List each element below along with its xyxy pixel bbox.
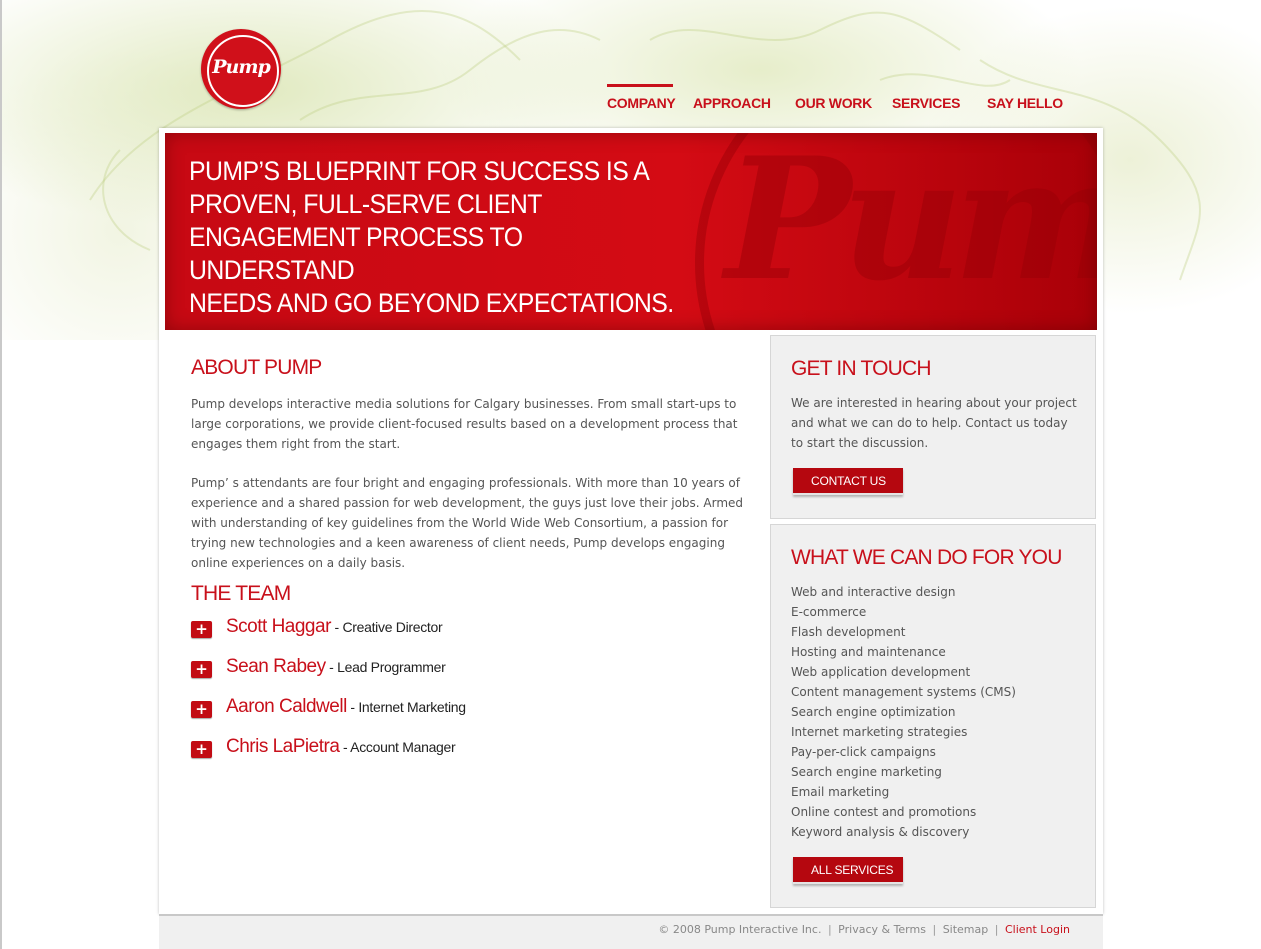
window-edge bbox=[0, 0, 2, 949]
hero-headline: PUMP’S BLUEPRINT FOR SUCCESS IS A PROVEN… bbox=[189, 155, 686, 320]
nav-company[interactable]: COMPANY bbox=[607, 84, 676, 114]
contact-us-button[interactable]: CONTACT US bbox=[793, 468, 903, 495]
get-in-touch-panel: GET IN TOUCH We are interested in hearin… bbox=[770, 335, 1096, 519]
services-list: Web and interactive design E-commerce Fl… bbox=[791, 582, 1081, 842]
team-member-sean[interactable]: Sean Rabey - Lead Programmer bbox=[226, 656, 446, 678]
service-item: Email marketing bbox=[791, 785, 890, 799]
member-role: - Internet Marketing bbox=[346, 699, 466, 715]
copyright-text: © 2008 Pump Interactive Inc. bbox=[658, 923, 822, 936]
nav-our-work[interactable]: OUR WORK bbox=[795, 84, 872, 114]
member-role: - Creative Director bbox=[330, 619, 443, 635]
all-services-button[interactable]: ALL SERVICES bbox=[793, 857, 903, 884]
expand-plus-icon[interactable]: + bbox=[191, 741, 212, 758]
footer-separator: | bbox=[994, 923, 999, 936]
nav-services[interactable]: SERVICES bbox=[892, 84, 960, 114]
hero-line-3: ENGAGEMENT PROCESS TO UNDERSTAND bbox=[189, 222, 523, 285]
hero-line-1: PUMP’S BLUEPRINT FOR SUCCESS IS A bbox=[189, 156, 650, 186]
service-item: E-commerce bbox=[791, 605, 867, 619]
expand-plus-icon[interactable]: + bbox=[191, 661, 212, 678]
member-name: Aaron Caldwell bbox=[226, 696, 347, 717]
service-item: Web application development bbox=[791, 665, 971, 679]
about-title: ABOUT PUMP bbox=[191, 356, 322, 379]
service-item: Content management systems (CMS) bbox=[791, 685, 1016, 699]
expand-plus-icon[interactable]: + bbox=[191, 621, 212, 638]
footer-separator: | bbox=[932, 923, 937, 936]
service-item: Online contest and promotions bbox=[791, 805, 977, 819]
service-item: Flash development bbox=[791, 625, 906, 639]
hero-line-4: NEEDS AND GO BEYOND EXPECTATIONS. bbox=[189, 288, 674, 318]
member-name: Scott Haggar bbox=[226, 616, 331, 637]
member-role: - Lead Programmer bbox=[325, 659, 446, 675]
service-item: Keyword analysis & discovery bbox=[791, 825, 970, 839]
client-login-link[interactable]: Client Login bbox=[1005, 923, 1070, 936]
service-item: Search engine optimization bbox=[791, 705, 956, 719]
about-text: Pump develops interactive media solution… bbox=[191, 394, 751, 592]
footer-separator: | bbox=[827, 923, 832, 936]
service-item: Internet marketing strategies bbox=[791, 725, 968, 739]
get-in-touch-title: GET IN TOUCH bbox=[791, 357, 932, 380]
expand-plus-icon[interactable]: + bbox=[191, 701, 212, 718]
service-item: Hosting and maintenance bbox=[791, 645, 946, 659]
member-name: Sean Rabey bbox=[226, 656, 326, 677]
nav-say-hello[interactable]: SAY HELLO bbox=[987, 84, 1063, 114]
team-member-aaron[interactable]: Aaron Caldwell - Internet Marketing bbox=[226, 696, 466, 718]
member-name: Chris LaPietra bbox=[226, 736, 340, 757]
logo-text: Pump bbox=[212, 56, 271, 78]
service-item: Web and interactive design bbox=[791, 585, 956, 599]
member-role: - Account Manager bbox=[339, 739, 456, 755]
team-title: THE TEAM bbox=[191, 582, 291, 605]
footer: © 2008 Pump Interactive Inc. | Privacy &… bbox=[159, 914, 1103, 949]
hero-logo-watermark: Pump bbox=[725, 133, 1097, 318]
service-item: Pay-per-click campaigns bbox=[791, 745, 936, 759]
hero-logo-ring bbox=[695, 133, 1097, 330]
hero-banner: Pump PUMP’S BLUEPRINT FOR SUCCESS IS A P… bbox=[165, 133, 1097, 330]
service-item: Search engine marketing bbox=[791, 765, 942, 779]
services-title: WHAT WE CAN DO FOR YOU bbox=[791, 546, 1062, 569]
pump-logo[interactable]: Pump bbox=[201, 29, 281, 109]
footer-links: © 2008 Pump Interactive Inc. | Privacy &… bbox=[658, 923, 1070, 936]
privacy-terms-link[interactable]: Privacy & Terms bbox=[838, 923, 926, 936]
team-member-chris[interactable]: Chris LaPietra - Account Manager bbox=[226, 736, 456, 758]
sitemap-link[interactable]: Sitemap bbox=[943, 923, 989, 936]
hero-line-2: PROVEN, FULL-SERVE CLIENT bbox=[189, 189, 542, 219]
services-panel: WHAT WE CAN DO FOR YOU Web and interacti… bbox=[770, 524, 1096, 908]
about-paragraph-1: Pump develops interactive media solution… bbox=[191, 397, 738, 451]
get-in-touch-text: We are interested in hearing about your … bbox=[791, 396, 1077, 450]
team-member-scott[interactable]: Scott Haggar - Creative Director bbox=[226, 616, 443, 638]
about-paragraph-2: Pump’ s attendants are four bright and e… bbox=[191, 476, 744, 570]
nav-approach[interactable]: APPROACH bbox=[693, 84, 771, 114]
